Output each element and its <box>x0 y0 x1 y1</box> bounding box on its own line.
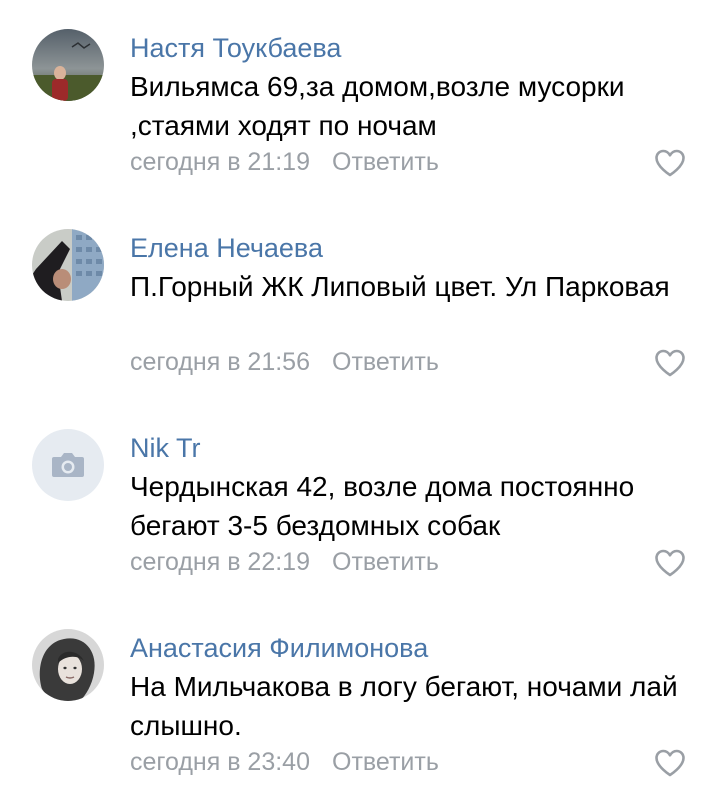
comment-text: П.Горный ЖК Липовый цвет. Ул Парковая <box>130 271 670 302</box>
comment-time: сегодня в 22:19 <box>130 548 310 576</box>
like-button[interactable] <box>654 149 686 177</box>
heart-outline-icon <box>655 749 685 777</box>
comment-feed: Настя Тоукбаева Вильямса 69,за домом,воз… <box>0 0 720 800</box>
comment-item: Елена Нечаева П.Горный ЖК Липовый цвет. … <box>0 200 720 400</box>
comment-author[interactable]: Анастасия Филимонова <box>130 632 428 664</box>
comment-meta: сегодня в 21:56 Ответить <box>130 347 439 377</box>
user-avatar[interactable] <box>32 29 104 101</box>
heart-outline-icon <box>655 149 685 177</box>
comment-time: сегодня в 23:40 <box>130 748 310 776</box>
comment-item: Nik Tr Чердынская 42, возле дома постоян… <box>0 400 720 600</box>
comment-item: Настя Тоукбаева Вильямса 69,за домом,воз… <box>0 0 720 200</box>
user-avatar[interactable] <box>32 429 104 501</box>
reply-button[interactable]: Ответить <box>332 548 439 576</box>
user-avatar[interactable] <box>32 629 104 701</box>
reply-button[interactable]: Ответить <box>332 148 439 176</box>
heart-outline-icon <box>655 549 685 577</box>
comment-author[interactable]: Настя Тоукбаева <box>130 32 341 64</box>
like-button[interactable] <box>654 749 686 777</box>
like-button[interactable] <box>654 549 686 577</box>
comment-meta: сегодня в 22:19 Ответить <box>130 547 439 577</box>
user-photo-avatar <box>32 229 104 301</box>
like-button[interactable] <box>654 349 686 377</box>
comment-time: сегодня в 21:19 <box>130 148 310 176</box>
comment-author[interactable]: Nik Tr <box>130 432 201 464</box>
heart-outline-icon <box>655 349 685 377</box>
comment-author[interactable]: Елена Нечаева <box>130 232 323 264</box>
user-photo-avatar <box>32 29 104 101</box>
camera-placeholder-icon <box>32 429 104 501</box>
comment-meta: сегодня в 21:19 Ответить <box>130 147 439 177</box>
user-photo-avatar <box>32 629 104 701</box>
comment-text: На Мильчакова в логу бегают, ночами лай … <box>130 671 678 741</box>
comment-text: Чердынская 42, возле дома постоянно бега… <box>130 471 635 541</box>
reply-button[interactable]: Ответить <box>332 748 439 776</box>
comment-meta: сегодня в 23:40 Ответить <box>130 747 439 777</box>
comment-text: Вильямса 69,за домом,возле мусорки ,стая… <box>130 71 625 141</box>
user-avatar[interactable] <box>32 229 104 301</box>
comment-time: сегодня в 21:56 <box>130 348 310 376</box>
reply-button[interactable]: Ответить <box>332 348 439 376</box>
comment-item: Анастасия Филимонова На Мильчакова в лог… <box>0 600 720 800</box>
